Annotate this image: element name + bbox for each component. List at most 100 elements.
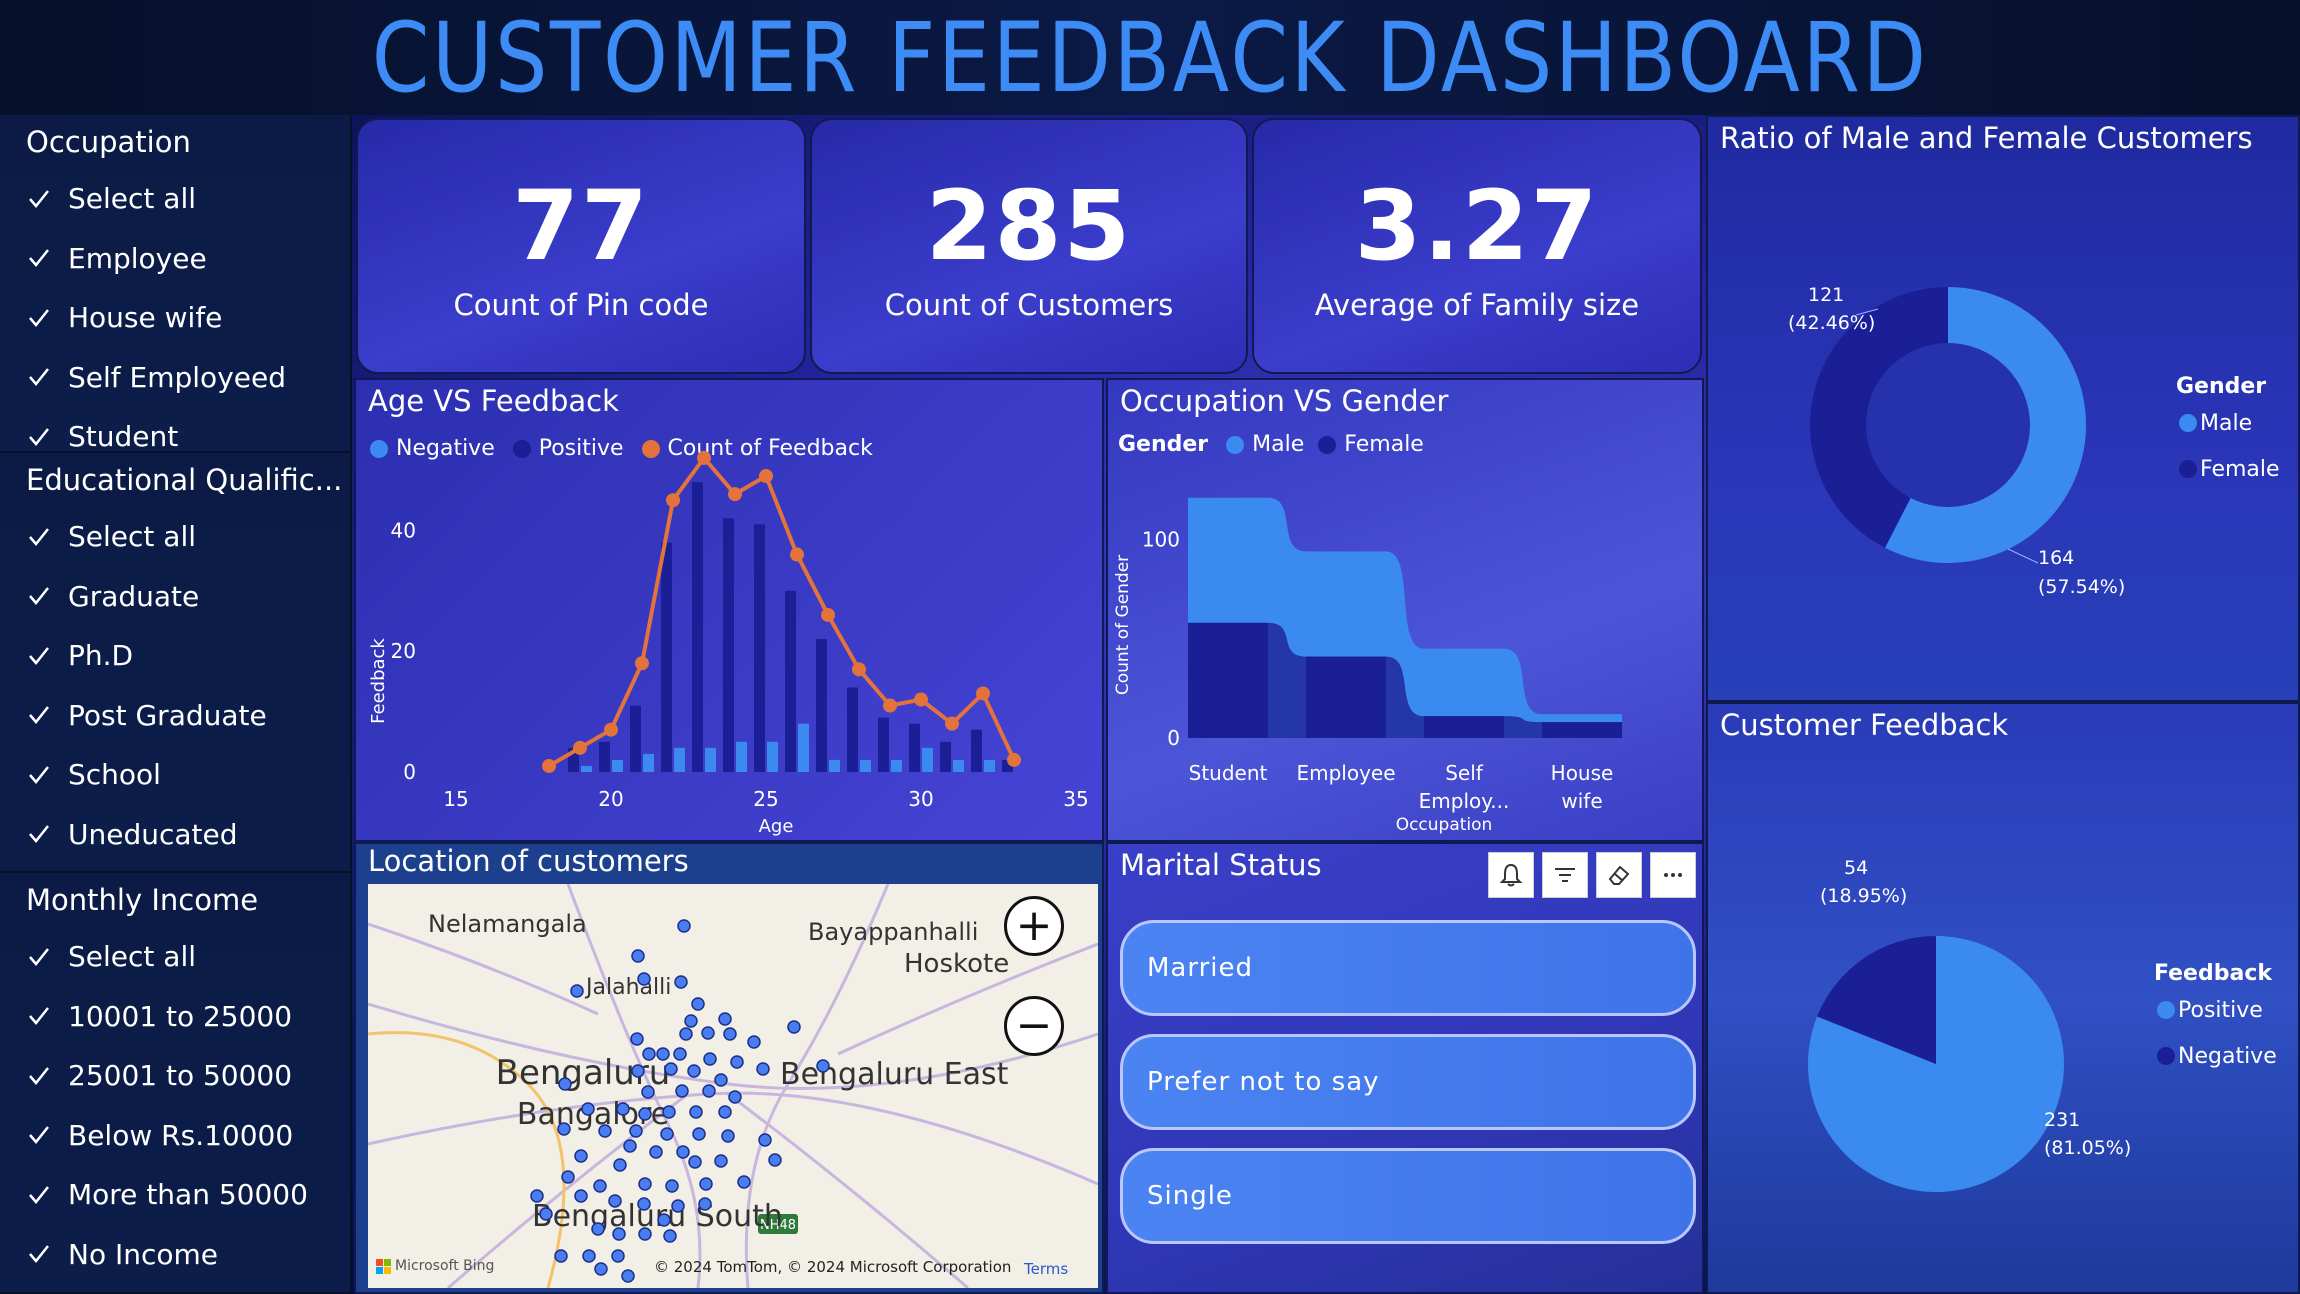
checkbox-checked-icon[interactable] [26,583,52,609]
map-location-marker[interactable] [623,1139,637,1153]
map-location-marker[interactable] [641,1085,655,1099]
map-location-marker[interactable] [673,1047,687,1061]
map-location-marker[interactable] [747,1035,761,1049]
checkbox-checked-icon[interactable] [26,762,52,788]
more-options-icon[interactable] [1650,852,1696,898]
map-location-marker[interactable] [629,1124,643,1138]
map-location-marker[interactable] [728,1090,742,1104]
map-location-marker[interactable] [638,1227,652,1241]
checkbox-checked-icon[interactable] [26,524,52,550]
slicer-option[interactable]: Ph.D [26,626,350,686]
map-location-marker[interactable] [612,1227,626,1241]
filter-icon[interactable] [1542,852,1588,898]
map-location-marker[interactable] [574,1189,588,1203]
map-location-marker[interactable] [714,1154,728,1168]
map-location-marker[interactable] [677,919,691,933]
map-location-marker[interactable] [737,1175,751,1189]
map-location-marker[interactable] [674,975,688,989]
bell-icon[interactable] [1488,852,1534,898]
checkbox-checked-icon[interactable] [26,944,52,970]
location-map[interactable]: NH48 Nelamangala Bayappanhalli Hoskote Jalah… [368,884,1098,1288]
checkbox-checked-icon[interactable] [26,643,52,669]
checkbox-checked-icon[interactable] [26,424,52,450]
slicer-option[interactable]: Below Rs.10000 [26,1106,350,1166]
map-location-marker[interactable] [699,1177,713,1191]
map-location-marker[interactable] [688,1155,702,1169]
map-location-marker[interactable] [613,1158,627,1172]
map-location-marker[interactable] [684,1014,698,1028]
checkbox-checked-icon[interactable] [26,821,52,847]
map-location-marker[interactable] [574,1149,588,1163]
map-location-marker[interactable] [671,1199,685,1213]
map-location-marker[interactable] [768,1153,782,1167]
checkbox-checked-icon[interactable] [26,1182,52,1208]
map-location-marker[interactable] [598,1124,612,1138]
map-location-marker[interactable] [701,1026,715,1040]
map-location-marker[interactable] [561,1170,575,1184]
slicer-option[interactable]: School [26,745,350,805]
map-location-marker[interactable] [594,1262,608,1276]
checkbox-checked-icon[interactable] [26,1063,52,1089]
map-location-marker[interactable] [616,1102,630,1116]
map-location-marker[interactable] [611,1249,625,1263]
slicer-option[interactable]: House wife [26,288,350,348]
map-location-marker[interactable] [675,1084,689,1098]
map-location-marker[interactable] [582,1249,596,1263]
map-location-marker[interactable] [787,1020,801,1034]
map-location-marker[interactable] [621,1269,635,1283]
checkbox-checked-icon[interactable] [26,1241,52,1267]
map-location-marker[interactable] [591,1222,605,1236]
map-location-marker[interactable] [656,1047,670,1061]
checkbox-checked-icon[interactable] [26,305,52,331]
slicer-option[interactable]: Graduate [26,567,350,627]
map-location-marker[interactable] [557,1122,571,1136]
map-location-marker[interactable] [660,1127,674,1141]
map-location-marker[interactable] [649,1145,663,1159]
slicer-option[interactable]: Self Employeed [26,348,350,408]
checkbox-checked-icon[interactable] [26,245,52,271]
map-location-marker[interactable] [637,972,651,986]
map-location-marker[interactable] [631,1064,645,1078]
map-location-marker[interactable] [665,1179,679,1193]
map-location-marker[interactable] [723,1027,737,1041]
checkbox-checked-icon[interactable] [26,186,52,212]
map-location-marker[interactable] [730,1055,744,1069]
map-location-marker[interactable] [662,1105,676,1119]
map-location-marker[interactable] [679,1027,693,1041]
map-location-marker[interactable] [702,1084,716,1098]
marital-option-married[interactable]: Married [1120,920,1696,1016]
map-location-marker[interactable] [721,1129,735,1143]
slicer-option[interactable]: 25001 to 50000 [26,1046,350,1106]
map-location-marker[interactable] [692,1127,706,1141]
map-location-marker[interactable] [539,1207,553,1221]
slicer-option[interactable]: Employee [26,229,350,289]
map-location-marker[interactable] [663,1229,677,1243]
map-location-marker[interactable] [554,1249,568,1263]
zoom-in-button[interactable]: + [1004,896,1064,956]
map-location-marker[interactable] [630,1032,644,1046]
map-location-marker[interactable] [676,1145,690,1159]
map-location-marker[interactable] [637,1197,651,1211]
slicer-option[interactable]: Uneducated [26,805,350,865]
map-location-marker[interactable] [816,1059,830,1073]
map-location-marker[interactable] [570,984,584,998]
map-location-marker[interactable] [687,1064,701,1078]
checkbox-checked-icon[interactable] [26,1122,52,1148]
zoom-out-button[interactable]: − [1004,996,1064,1056]
slicer-option[interactable]: Post Graduate [26,686,350,746]
map-location-marker[interactable] [664,1062,678,1076]
checkbox-checked-icon[interactable] [26,364,52,390]
map-location-marker[interactable] [638,1177,652,1191]
map-location-marker[interactable] [631,949,645,963]
slicer-option[interactable]: More than 50000 [26,1165,350,1225]
map-location-marker[interactable] [703,1052,717,1066]
slicer-option[interactable]: 10001 to 25000 [26,987,350,1047]
map-location-marker[interactable] [718,1012,732,1026]
map-canvas[interactable]: NH48Nelamangala BayappanhalliHoskoteJalah… [368,884,1098,1288]
map-location-marker[interactable] [558,1077,572,1091]
map-location-marker[interactable] [530,1189,544,1203]
map-location-marker[interactable] [698,1197,712,1211]
checkbox-checked-icon[interactable] [26,1003,52,1029]
map-location-marker[interactable] [758,1133,772,1147]
map-location-marker[interactable] [642,1047,656,1061]
